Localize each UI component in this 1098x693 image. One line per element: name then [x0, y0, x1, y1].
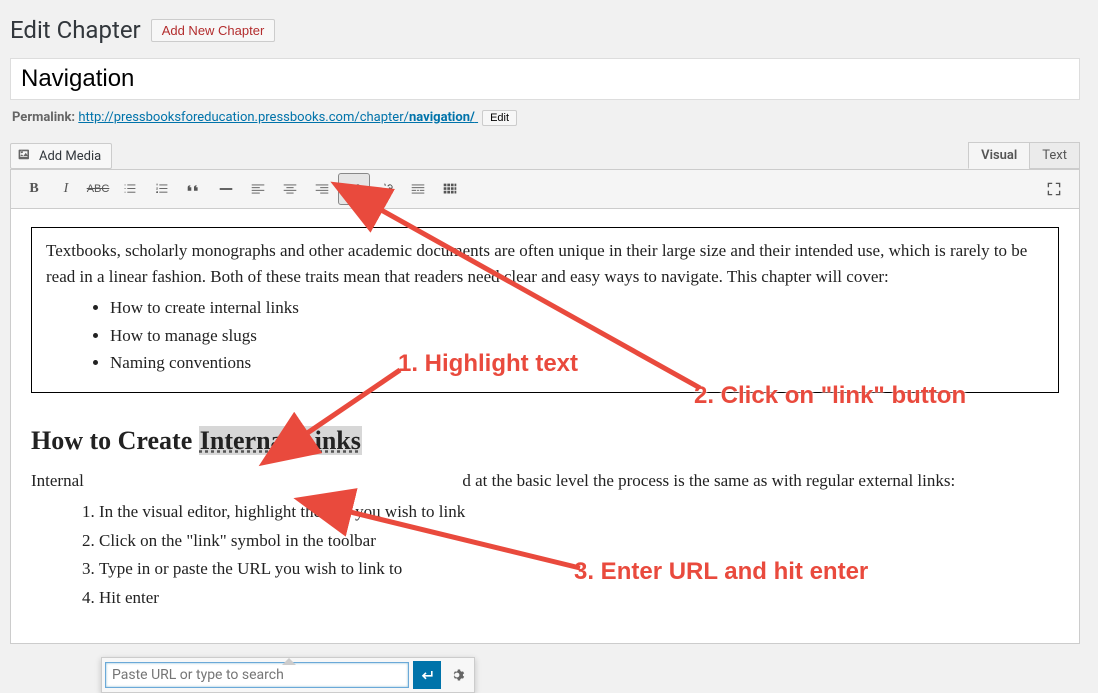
- number-list-button[interactable]: [147, 174, 177, 204]
- page-title: Edit Chapter Add New Chapter: [10, 16, 1080, 44]
- editor: B I ABC Textbooks, scholarly monographs …: [10, 169, 1080, 644]
- enter-icon: [419, 667, 435, 683]
- add-media-label: Add Media: [39, 149, 101, 164]
- intro-paragraph: Textbooks, scholarly monographs and othe…: [46, 238, 1044, 289]
- list-item: How to manage slugs: [110, 323, 1044, 349]
- link-icon: [345, 180, 363, 198]
- align-left-button[interactable]: [243, 174, 273, 204]
- bold-button[interactable]: B: [19, 174, 49, 204]
- post-title-input[interactable]: [10, 58, 1080, 100]
- tab-text[interactable]: Text: [1029, 142, 1080, 169]
- add-media-button[interactable]: Add Media: [10, 143, 112, 169]
- permalink-label: Permalink:: [12, 110, 75, 125]
- fullscreen-button[interactable]: [1039, 174, 1069, 204]
- link-url-input[interactable]: [105, 662, 409, 688]
- permalink-link[interactable]: http://pressbooksforeducation.pressbooks…: [78, 110, 478, 125]
- strikethrough-button[interactable]: ABC: [83, 174, 113, 204]
- expand-icon: [1045, 180, 1063, 198]
- editor-tabs: Visual Text: [969, 142, 1080, 169]
- tab-visual[interactable]: Visual: [968, 142, 1030, 169]
- step-item: Hit enter: [99, 585, 1059, 611]
- link-button[interactable]: [339, 174, 369, 204]
- heading-internal-links: How to Create Internal Links: [31, 421, 1059, 460]
- readmore-button[interactable]: [403, 174, 433, 204]
- link-popover: [101, 657, 475, 693]
- link-settings-button[interactable]: [443, 661, 471, 689]
- editor-content[interactable]: Textbooks, scholarly monographs and othe…: [11, 209, 1079, 643]
- blockquote-button[interactable]: [179, 174, 209, 204]
- page-title-text: Edit Chapter: [10, 16, 141, 44]
- add-chapter-button[interactable]: Add New Chapter: [151, 19, 276, 42]
- list-item: How to create internal links: [110, 295, 1044, 321]
- unlink-icon: [377, 180, 395, 198]
- gear-icon: [449, 667, 465, 683]
- editor-toolbar: B I ABC: [11, 170, 1079, 209]
- step-item: Click on the "link" symbol in the toolba…: [99, 528, 1059, 554]
- link-apply-button[interactable]: [413, 661, 441, 689]
- align-center-button[interactable]: [275, 174, 305, 204]
- highlighted-text: Internal Links: [199, 426, 362, 455]
- permalink-row: Permalink: http://pressbooksforeducation…: [12, 110, 1080, 126]
- paragraph-internal: Internal d at the basic level the proces…: [31, 468, 1059, 494]
- step-item: In the visual editor, highlight the text…: [99, 499, 1059, 525]
- kitchen-sink-button[interactable]: [435, 174, 465, 204]
- permalink-base: http://pressbooksforeducation.pressbooks…: [78, 110, 409, 125]
- heading-prefix: How to Create: [31, 426, 199, 455]
- step-item: Type in or paste the URL you wish to lin…: [99, 556, 1059, 582]
- hr-button[interactable]: [211, 174, 241, 204]
- textbox: Textbooks, scholarly monographs and othe…: [31, 227, 1059, 393]
- permalink-slug: navigation/: [409, 110, 475, 125]
- permalink-edit-button[interactable]: Edit: [482, 110, 517, 126]
- align-right-button[interactable]: [307, 174, 337, 204]
- unlink-button[interactable]: [371, 174, 401, 204]
- media-icon: [17, 148, 33, 164]
- list-item: Naming conventions: [110, 350, 1044, 376]
- bullet-list-button[interactable]: [115, 174, 145, 204]
- italic-button[interactable]: I: [51, 174, 81, 204]
